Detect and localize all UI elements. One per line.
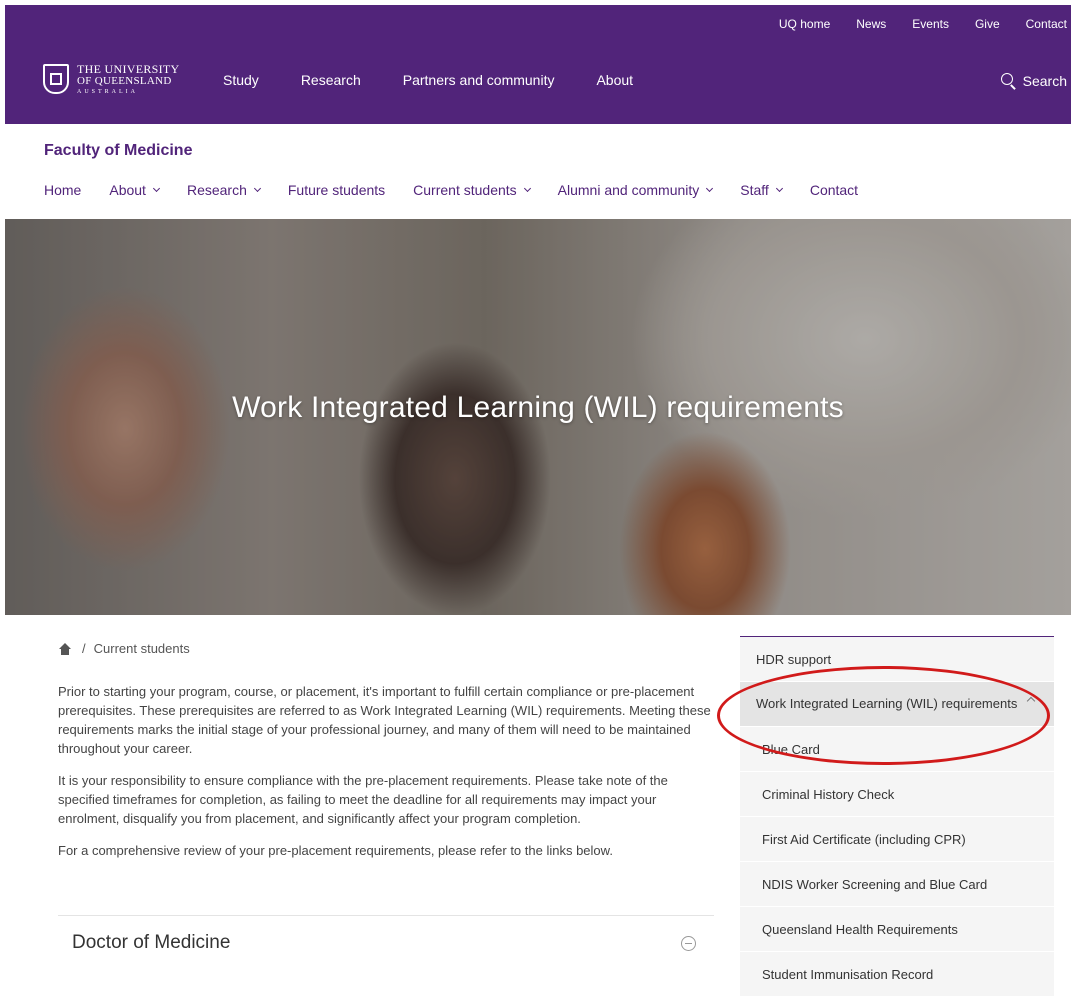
site-nav-label: Research: [186, 182, 247, 198]
annotation-highlight-oval: [717, 666, 1050, 765]
main-nav-research[interactable]: Research: [301, 72, 361, 88]
responsibility-paragraph: It is your responsibility to ensure comp…: [58, 773, 668, 826]
sidebar-item-queensland-health[interactable]: Queensland Health Requirements: [740, 907, 1054, 952]
utility-nav: UQ home News Events Give Contact: [753, 17, 1067, 31]
chevron-down-icon: [775, 184, 783, 193]
chevron-down-icon: [523, 184, 531, 193]
utility-link-uq-home[interactable]: UQ home: [779, 17, 830, 31]
site-nav-future-students[interactable]: Future students: [288, 182, 385, 198]
site-nav-staff[interactable]: Staff: [740, 182, 783, 198]
sidebar-item-criminal-history-check[interactable]: Criminal History Check: [740, 772, 1054, 817]
site-nav-label: Staff: [740, 182, 769, 198]
site-nav-label: About: [109, 182, 146, 198]
site-nav-current-students[interactable]: Current students: [413, 182, 531, 198]
breadcrumb: / Current students: [58, 641, 190, 656]
home-icon[interactable]: [58, 642, 72, 655]
search-button[interactable]: Search: [1000, 73, 1067, 89]
sidebar-item-immunisation-record[interactable]: Student Immunisation Record: [740, 952, 1054, 997]
sidebar-item-first-aid-certificate[interactable]: First Aid Certificate (including CPR): [740, 817, 1054, 862]
main-content: Prior to starting your program, course, …: [58, 682, 714, 873]
site-nav-home[interactable]: Home: [44, 182, 81, 198]
chevron-down-icon: [152, 184, 160, 193]
chevron-down-icon: [706, 184, 714, 193]
search-label: Search: [1022, 73, 1067, 89]
main-nav-partners[interactable]: Partners and community: [403, 72, 555, 88]
page-title: Work Integrated Learning (WIL) requireme…: [232, 391, 844, 424]
site-nav-contact[interactable]: Contact: [810, 182, 858, 198]
site-nav-label: Future students: [287, 182, 386, 198]
site-nav-about[interactable]: About: [109, 182, 160, 198]
site-nav-alumni[interactable]: Alumni and community: [557, 182, 714, 198]
logo-line-3: AUSTRALIA: [77, 89, 138, 96]
global-header: UQ home News Events Give Contact The Uni…: [5, 5, 1071, 124]
chevron-down-icon: [253, 184, 261, 193]
hero-banner: Work Integrated Learning (WIL) requireme…: [5, 219, 1071, 615]
utility-link-give[interactable]: Give: [975, 17, 1000, 31]
utility-link-contact[interactable]: Contact: [1026, 17, 1067, 31]
site-nav-label: Current students: [413, 182, 517, 198]
accordion-divider: [58, 915, 714, 916]
search-icon: [1000, 73, 1017, 89]
site-nav-label: Contact: [809, 182, 859, 198]
main-nav-study[interactable]: Study: [223, 72, 259, 88]
accordion-title[interactable]: Doctor of Medicine: [72, 932, 230, 954]
review-paragraph: For a comprehensive review of your pre-p…: [58, 843, 613, 858]
logo-wordmark: The University of Queensland AUSTRALIA: [77, 63, 180, 95]
site-nav-label: Alumni and community: [557, 182, 700, 198]
uq-logo[interactable]: The University of Queensland AUSTRALIA: [43, 63, 180, 95]
main-nav: Study Research Partners and community Ab…: [223, 72, 675, 88]
uq-crest-icon: [43, 64, 69, 95]
site-nav: Home About Research Future students Curr…: [44, 182, 886, 198]
site-nav-research[interactable]: Research: [186, 182, 261, 198]
breadcrumb-separator: /: [82, 641, 86, 656]
logo-line-1: The University: [77, 62, 180, 76]
utility-link-news[interactable]: News: [856, 17, 886, 31]
utility-link-events[interactable]: Events: [912, 17, 949, 31]
site-title[interactable]: Faculty of Medicine: [44, 142, 192, 160]
logo-line-2: of Queensland: [77, 74, 172, 87]
breadcrumb-current-students[interactable]: Current students: [94, 641, 190, 656]
collapse-icon[interactable]: [681, 936, 696, 951]
intro-paragraph: Prior to starting your program, course, …: [58, 684, 711, 756]
main-nav-about[interactable]: About: [596, 72, 633, 88]
sidebar-item-ndis-worker-screening[interactable]: NDIS Worker Screening and Blue Card: [740, 862, 1054, 907]
site-nav-label: Home: [44, 182, 82, 198]
